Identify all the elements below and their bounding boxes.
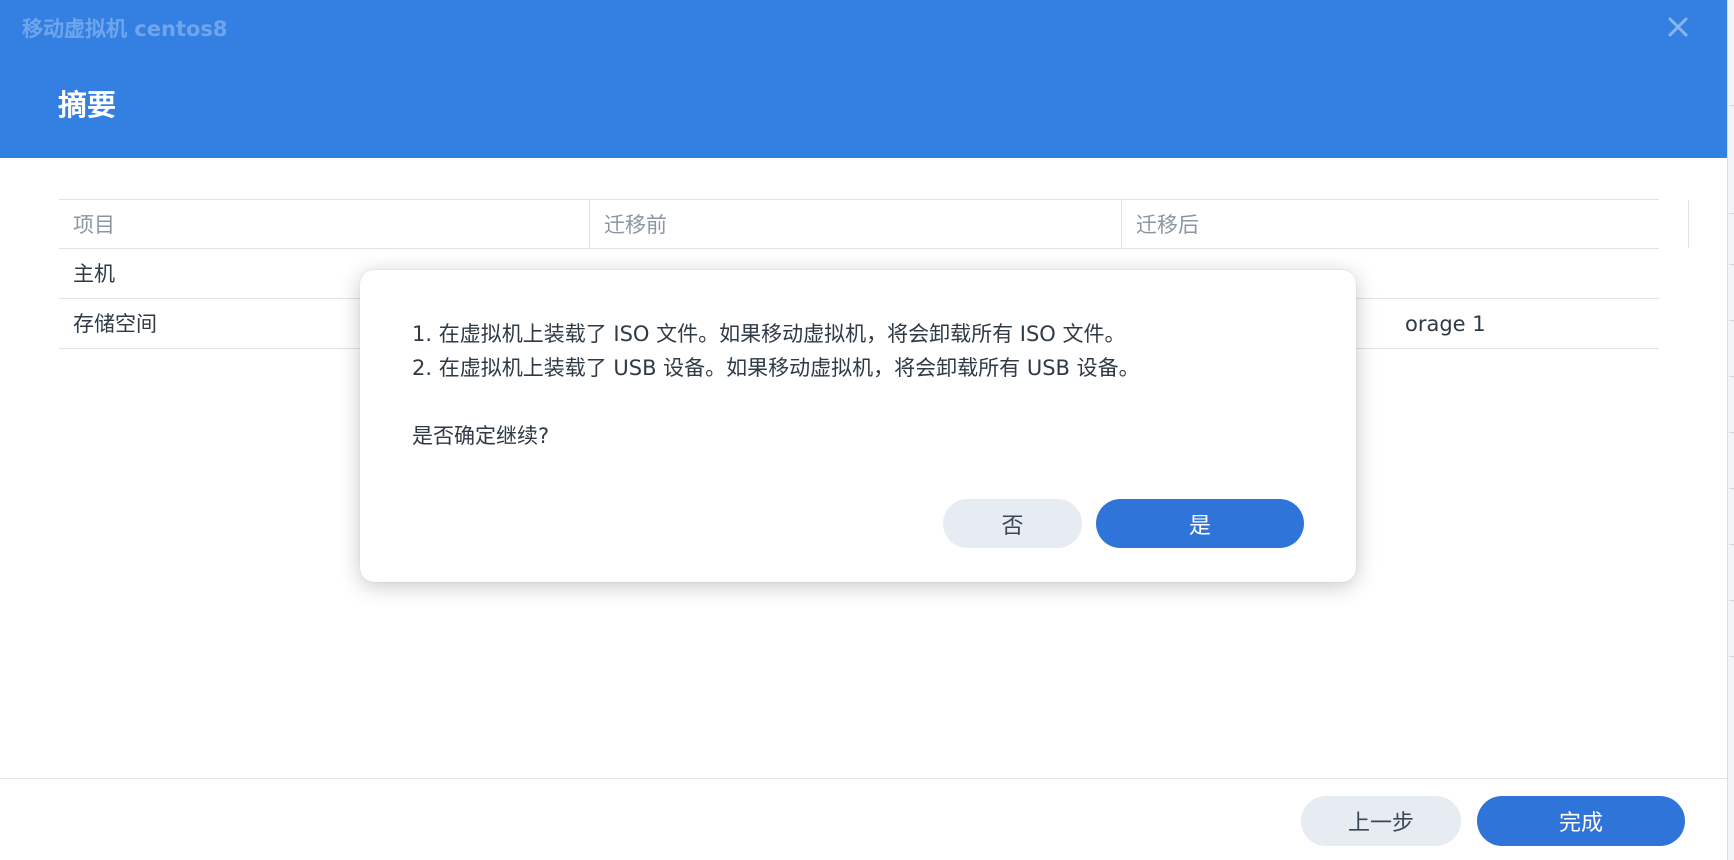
finish-button[interactable]: 完成 — [1477, 796, 1685, 846]
warning-line-iso: 1. 在虚拟机上装载了 ISO 文件。如果移动虚拟机，将会卸载所有 ISO 文件… — [412, 322, 1126, 346]
column-header-item: 项目 — [59, 200, 590, 248]
no-button[interactable]: 否 — [943, 499, 1082, 548]
table-header-row: 项目 迁移前 迁移后 — [59, 199, 1689, 249]
confirm-dialog: 1. 在虚拟机上装载了 ISO 文件。如果移动虚拟机，将会卸载所有 ISO 文件… — [360, 270, 1356, 582]
column-header-after: 迁移后 — [1122, 200, 1689, 248]
background-row-line — [1729, 432, 1734, 433]
move-vm-wizard: 移动虚拟机 centos8 摘要 项目 迁移前 迁移后 主机 存储空间 orag… — [0, 0, 1727, 860]
background-page-edge — [1727, 0, 1734, 860]
close-icon — [1668, 17, 1688, 37]
background-row-line — [1729, 656, 1734, 657]
background-row-line — [1729, 105, 1734, 106]
background-row-line — [1729, 600, 1734, 601]
confirm-question: 是否确定继续? — [412, 424, 550, 448]
yes-button[interactable]: 是 — [1096, 499, 1304, 548]
close-button[interactable] — [1664, 13, 1692, 41]
previous-button[interactable]: 上一步 — [1301, 796, 1461, 846]
step-title: 摘要 — [58, 88, 117, 122]
background-row-line — [1729, 488, 1734, 489]
background-row-line — [1729, 213, 1734, 214]
background-row-line — [1729, 320, 1734, 321]
background-row-line — [1729, 264, 1734, 265]
wizard-header: 移动虚拟机 centos8 摘要 — [0, 0, 1727, 158]
background-row-line — [1729, 376, 1734, 377]
warning-line-usb: 2. 在虚拟机上装载了 USB 设备。如果移动虚拟机，将会卸载所有 USB 设备… — [412, 356, 1140, 380]
column-header-before: 迁移前 — [590, 200, 1122, 248]
background-row-line — [1729, 544, 1734, 545]
footer-divider — [0, 778, 1727, 779]
screen: 移动虚拟机 centos8 摘要 项目 迁移前 迁移后 主机 存储空间 orag… — [0, 0, 1734, 860]
column-header-extra — [1630, 200, 1659, 248]
window-title: 移动虚拟机 centos8 — [22, 17, 228, 41]
